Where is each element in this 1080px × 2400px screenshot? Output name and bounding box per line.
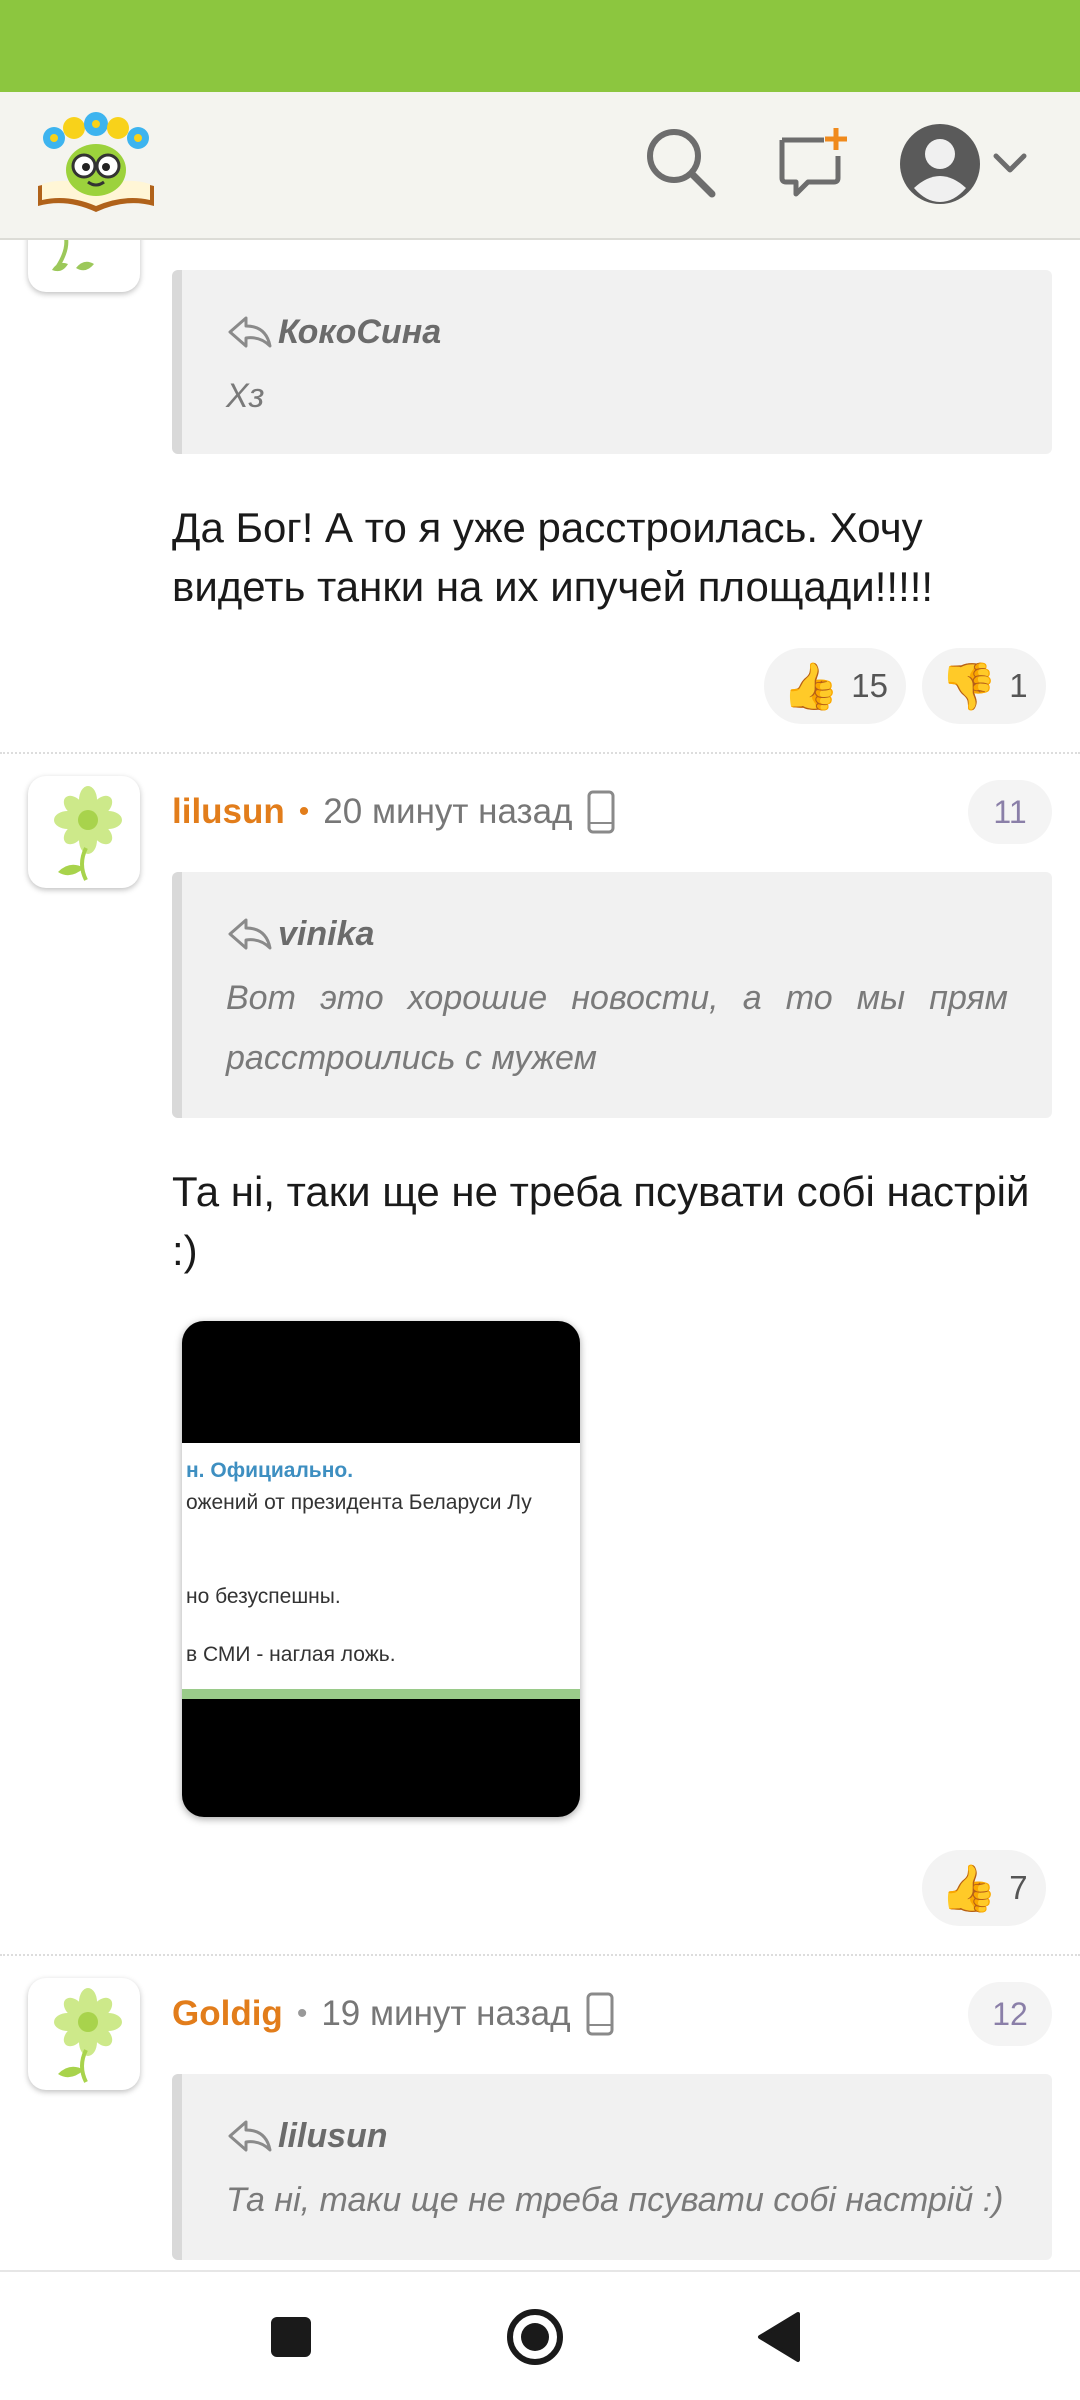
divider [0,1954,1080,1956]
circle-icon [507,2309,563,2365]
avatar-icon [900,124,1027,204]
avatar[interactable] [28,1978,140,2090]
site-logo[interactable] [32,108,160,220]
quote-block: vinika Вот это хорошие новости, а то мы … [172,872,1052,1118]
comment-text: Та ні, таки ще не треба псувати собі нас… [172,1168,1030,1274]
quote-block: lilusun Та ні, таки ще не треба псувати … [172,2074,1052,2260]
reply-arrow-icon [228,316,272,348]
quote-text: Вот это хорошие новости, а то мы прям ра… [226,979,1008,1077]
profile-menu-button[interactable] [896,116,1036,212]
triangle-back-icon [758,2312,800,2362]
mobile-device-icon [587,790,615,834]
recent-apps-button[interactable] [256,2302,326,2372]
back-button[interactable] [744,2302,814,2372]
avatar[interactable] [28,776,140,888]
square-icon [271,2317,311,2357]
chevron-down-icon [993,153,1027,173]
divider [0,752,1080,754]
attachment-line: н. Официально. [186,1459,354,1482]
attachment-line: ожений от президента Беларуси Лу [186,1491,532,1514]
author-name[interactable]: lilusun [172,792,285,832]
quote-author[interactable]: lilusun [278,2117,388,2156]
attachment-line: в СМИ - наглая ложь. [186,1643,396,1666]
like-button[interactable]: 👍 7 [922,1850,1046,1926]
search-icon[interactable] [640,122,720,202]
like-count: 7 [1009,1869,1028,1906]
like-count: 15 [851,667,888,704]
comment-text: Да Бог! А то я уже расстроилась. Хочу ви… [172,504,934,610]
home-button[interactable] [500,2302,570,2372]
comment-meta: lilusun • 20 минут назад [172,782,616,842]
dislike-button[interactable]: 👎 1 [922,648,1046,724]
attachment-line: но безуспешны. [186,1585,341,1608]
avatar[interactable] [28,240,140,292]
timestamp: 19 минут назад [321,1994,571,2033]
quote-text: Хз [226,377,265,415]
dislike-count: 1 [1009,667,1028,704]
author-name[interactable]: Goldig [172,1994,283,2034]
quote-text: Та ні, таки ще не треба псувати собі нас… [226,2181,1004,2219]
comments-feed[interactable]: КокоСина Хз Да Бог! А то я уже расстроил… [0,240,1080,2270]
separator-dot: • [296,1997,308,2030]
thumbs-down-icon: 👎 [940,660,998,712]
comment-number[interactable]: 11 [968,780,1052,844]
comment-meta: Goldig • 19 минут назад [172,1984,615,2044]
like-button[interactable]: 👍 15 [764,648,906,724]
thumbs-up-icon: 👍 [940,1862,998,1914]
comment-plus-icon[interactable] [772,122,852,202]
reply-arrow-icon [228,918,272,950]
status-bar [0,0,1080,92]
screenshot-preview: н. Официально. ожений от президента Бела… [182,1443,580,1699]
attachment-strip [182,1689,580,1699]
quote-block: КокоСина Хз [172,270,1052,454]
comment-number[interactable]: 12 [968,1982,1052,2046]
reply-arrow-icon [228,2120,272,2152]
quote-author[interactable]: КокоСина [278,313,441,352]
app-header [0,92,1080,240]
quote-author[interactable]: vinika [278,915,374,954]
image-attachment[interactable]: н. Официально. ожений от президента Бела… [182,1321,580,1817]
mobile-device-icon [586,1992,614,2036]
thumbs-up-icon: 👍 [782,660,840,712]
timestamp: 20 минут назад [323,792,573,831]
system-navigation-bar [0,2270,1080,2400]
separator-dot: • [298,795,310,828]
